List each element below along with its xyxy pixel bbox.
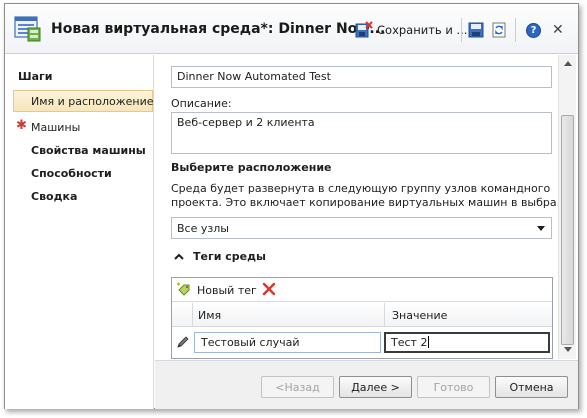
delete-tag-button[interactable] [262, 282, 276, 299]
save-close-icon [355, 21, 373, 38]
column-divider [192, 303, 193, 327]
close-button[interactable]: ✕ [552, 19, 564, 41]
tag-value-text: Тест 2 [391, 336, 428, 349]
tags-section-toggle[interactable]: Теги среды [173, 250, 266, 263]
dialog-header: Новая виртуальная среда*: Dinner Now... … [5, 4, 578, 54]
new-tag-label: Новый тег [197, 283, 257, 297]
toolbar-separator [461, 18, 462, 42]
column-header-name[interactable]: Имя [198, 309, 221, 322]
location-description-line: проекта. Это включает копирование виртуа… [171, 196, 558, 209]
tags-grid: Новый тег Имя Значение Тестовый случай Т… [171, 277, 553, 359]
table-row: Тестовый случай Тест 2 [172, 328, 552, 356]
save-icon [468, 22, 484, 38]
pencil-icon [177, 336, 189, 348]
nav-step-summary[interactable]: Сводка [13, 185, 153, 207]
description-label: Описание: [171, 97, 232, 110]
save-button[interactable] [468, 19, 484, 41]
back-button[interactable]: <Назад [261, 376, 334, 398]
scroll-up-icon[interactable] [564, 61, 572, 66]
nav-step-label: Свойства машины [31, 143, 146, 157]
dialog-window: Новая виртуальная среда*: Dinner Now... … [4, 3, 579, 409]
nav-step-machine-properties[interactable]: Свойства машины [13, 139, 153, 161]
location-description-line: Среда будет развернута в следующую групп… [171, 182, 551, 195]
nav-step-label: Имя и расположение [31, 94, 154, 108]
steps-heading: Шаги [18, 70, 53, 83]
location-dropdown[interactable]: Все узлы [171, 217, 552, 239]
toolbar-separator [515, 18, 516, 42]
window-title: Новая виртуальная среда*: Dinner Now... [51, 21, 386, 37]
help-button[interactable]: ? [526, 19, 541, 41]
content-scrollbar[interactable] [558, 55, 576, 359]
next-button[interactable]: Далее > [339, 376, 412, 398]
tags-grid-toolbar: Новый тег [172, 278, 552, 302]
steps-nav: Шаги Имя и расположение ✱ Машины Свойств… [5, 55, 154, 409]
chevron-up-icon [174, 253, 184, 260]
tag-value-cell[interactable]: Тест 2 [384, 332, 550, 353]
tags-grid-header: Имя Значение [172, 303, 552, 327]
tags-section-label: Теги среды [193, 250, 266, 263]
cancel-button[interactable]: Отмена [495, 376, 568, 398]
scroll-down-icon[interactable] [564, 347, 572, 352]
close-icon: ✕ [552, 22, 564, 38]
delete-icon [262, 282, 276, 296]
refresh-button[interactable] [491, 19, 507, 41]
nav-step-machines[interactable]: ✱ Машины [13, 116, 153, 138]
environment-icon [14, 16, 41, 42]
save-and-close-button[interactable]: Сохранить и ... [355, 19, 467, 41]
location-dropdown-value: Все узлы [177, 222, 229, 235]
column-divider [384, 303, 385, 327]
dropdown-arrow-icon [537, 226, 545, 231]
new-tag-button[interactable]: Новый тег [176, 282, 257, 298]
help-icon: ? [526, 22, 541, 38]
content-panel: Dinner Now Automated Test Описание: Веб-… [155, 55, 558, 359]
text-caret [428, 336, 430, 348]
tag-name-cell[interactable]: Тестовый случай [194, 332, 381, 353]
nav-step-label: Способности [31, 166, 112, 180]
column-header-value[interactable]: Значение [392, 309, 447, 322]
refresh-icon [492, 22, 506, 38]
nav-step-name-location[interactable]: Имя и расположение [13, 90, 154, 112]
scrollbar-thumb[interactable] [561, 115, 574, 345]
nav-step-label: Сводка [31, 189, 78, 203]
save-and-close-label: Сохранить и ... [377, 23, 468, 37]
nav-step-capabilities[interactable]: Способности [13, 162, 153, 184]
new-tag-icon [177, 282, 190, 296]
location-description: Среда будет развернута в следующую групп… [171, 182, 558, 210]
location-heading: Выберите расположение [171, 161, 332, 174]
finish-button[interactable]: Готово [417, 376, 490, 398]
required-star-icon: ✱ [16, 118, 27, 133]
nav-step-label: Машины [31, 120, 81, 134]
wizard-footer: <Назад Далее > Готово Отмена [155, 360, 578, 409]
description-input[interactable]: Веб-сервер и 2 клиента [171, 112, 552, 154]
environment-name-input[interactable]: Dinner Now Automated Test [171, 66, 552, 88]
